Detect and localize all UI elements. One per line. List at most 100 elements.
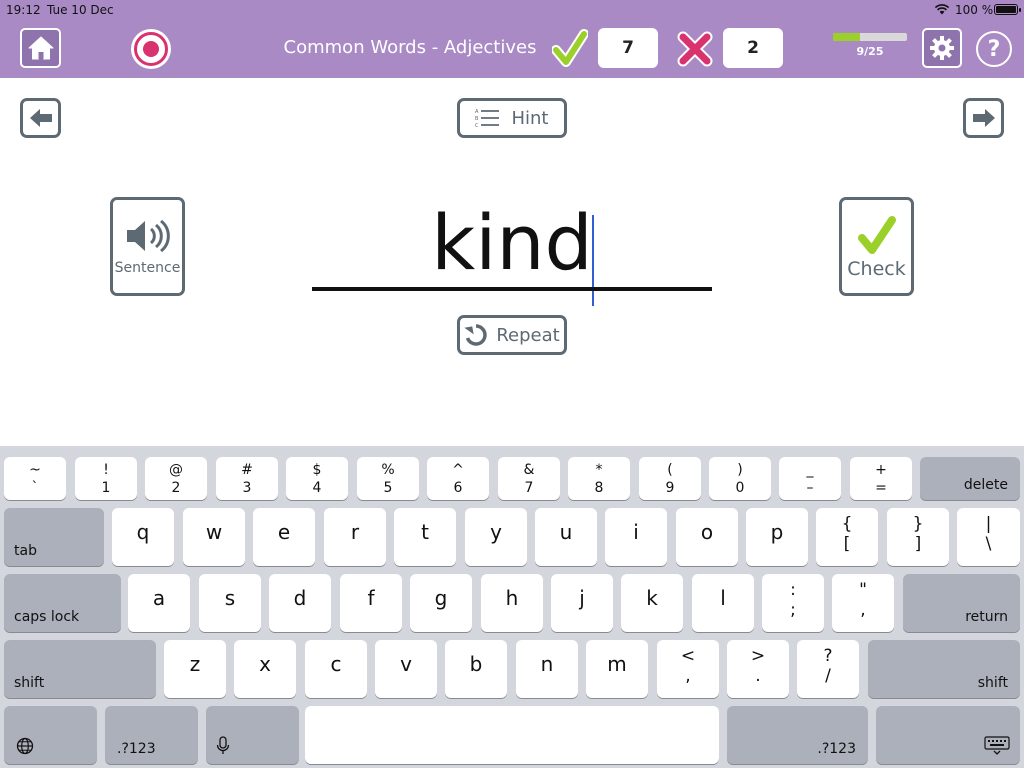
key-q[interactable]: q <box>112 508 174 566</box>
key-t[interactable]: t <box>394 508 456 566</box>
numbers-key-left[interactable]: .?123 <box>105 706 198 764</box>
key-char: p <box>770 520 784 544</box>
space-key[interactable] <box>305 706 719 764</box>
left-shift-key[interactable]: shift <box>4 640 156 698</box>
key-0[interactable]: ) 0 <box>709 457 771 500</box>
key-char: m <box>607 652 627 676</box>
settings-button[interactable] <box>922 28 962 68</box>
repeat-label: Repeat <box>496 324 560 346</box>
key-a[interactable]: a <box>128 574 190 632</box>
key-r[interactable]: r <box>324 508 386 566</box>
key-period[interactable]: >. <box>727 640 789 698</box>
key-equals[interactable]: + = <box>850 457 912 500</box>
check-button[interactable]: Check <box>839 197 914 296</box>
repeat-button[interactable]: Repeat <box>457 315 567 355</box>
key-w[interactable]: w <box>183 508 245 566</box>
right-shift-key[interactable]: shift <box>868 640 1020 698</box>
key-4[interactable]: $4 <box>286 457 348 500</box>
key-char: h <box>505 586 519 610</box>
key-b[interactable]: b <box>445 640 507 698</box>
key-5[interactable]: % 5 <box>357 457 419 500</box>
numbers-label: .?123 <box>817 741 856 757</box>
key-bottom-char: 0 <box>735 480 745 496</box>
check-label: Check <box>847 257 906 280</box>
sentence-audio-button[interactable]: Sentence <box>110 197 185 296</box>
key-backslash[interactable]: | \ <box>957 508 1020 566</box>
key-v[interactable]: v <box>375 640 437 698</box>
help-button[interactable]: ? <box>976 31 1012 67</box>
key-p[interactable]: p <box>746 508 808 566</box>
key-bottom-char: \ <box>985 534 992 554</box>
key-c[interactable]: c <box>305 640 367 698</box>
key-bottom-char: 8 <box>594 480 604 496</box>
key-l[interactable]: l <box>692 574 754 632</box>
key-k[interactable]: k <box>621 574 683 632</box>
key-top-char: $ <box>312 462 322 478</box>
key-3[interactable]: #3 <box>216 457 278 500</box>
hint-button[interactable]: ABC Hint <box>457 98 567 138</box>
key-top-char: + <box>875 462 887 478</box>
progress-label: 9/25 <box>856 45 884 58</box>
key-f[interactable]: f <box>340 574 402 632</box>
key-j[interactable]: j <box>551 574 613 632</box>
key-g[interactable]: g <box>410 574 472 632</box>
key-char: i <box>633 520 639 544</box>
home-button[interactable] <box>20 28 61 68</box>
key-o[interactable]: o <box>676 508 738 566</box>
key-bottom-char: , <box>860 600 866 620</box>
delete-key[interactable]: delete <box>920 457 1020 500</box>
status-date: Tue 10 Dec <box>47 3 114 17</box>
key-y[interactable]: y <box>465 508 527 566</box>
key-char: o <box>700 520 714 544</box>
key-close-bracket[interactable]: }] <box>887 508 949 566</box>
key-char: d <box>293 586 307 610</box>
key-m[interactable]: m <box>586 640 648 698</box>
dictation-key[interactable] <box>206 706 299 764</box>
top-bar: 19:12 Tue 10 Dec 100 % Common Words - Ad… <box>0 0 1024 78</box>
key-char: a <box>152 586 166 610</box>
key-char: n <box>540 652 554 676</box>
key-quote[interactable]: ", <box>832 574 894 632</box>
key-bottom-char: [ <box>843 534 851 554</box>
progress-fill <box>833 33 860 41</box>
key-x[interactable]: x <box>234 640 296 698</box>
key-h[interactable]: h <box>481 574 543 632</box>
typed-word[interactable]: kind <box>312 205 712 281</box>
key-minus[interactable]: _ – <box>779 457 841 500</box>
key-char: k <box>646 586 658 610</box>
key-1[interactable]: ! 1 <box>75 457 137 500</box>
key-s[interactable]: s <box>199 574 261 632</box>
next-word-button[interactable] <box>963 98 1004 138</box>
key-slash[interactable]: ? / <box>797 640 859 698</box>
numbers-key-right[interactable]: .?123 <box>727 706 868 764</box>
key-semicolon[interactable]: :; <box>762 574 824 632</box>
key-z[interactable]: z <box>164 640 226 698</box>
hide-keyboard-key[interactable] <box>876 706 1020 764</box>
previous-word-button[interactable] <box>20 98 61 138</box>
key-comma[interactable]: <, <box>657 640 719 698</box>
key-char: f <box>367 586 375 610</box>
record-button[interactable] <box>131 29 171 69</box>
key-e[interactable]: e <box>253 508 315 566</box>
key-u[interactable]: u <box>535 508 597 566</box>
key-6[interactable]: ^ 6 <box>427 457 489 500</box>
caps-lock-key[interactable]: caps lock <box>4 574 121 632</box>
key-char: r <box>350 520 360 544</box>
key-tilde[interactable]: ~ ` <box>4 457 66 500</box>
key-n[interactable]: n <box>516 640 578 698</box>
key-bottom-char: , <box>685 666 691 686</box>
key-open-bracket[interactable]: {[ <box>816 508 878 566</box>
key-i[interactable]: i <box>605 508 667 566</box>
key-8[interactable]: * 8 <box>568 457 630 500</box>
key-bottom-char: ` <box>31 480 39 496</box>
key-9[interactable]: (9 <box>639 457 701 500</box>
key-top-char: | <box>985 514 992 534</box>
tab-key[interactable]: tab <box>4 508 104 566</box>
key-d[interactable]: d <box>269 574 331 632</box>
key-2[interactable]: @2 <box>145 457 207 500</box>
key-char: j <box>579 586 585 610</box>
key-7[interactable]: & 7 <box>498 457 560 500</box>
globe-key[interactable] <box>4 706 97 764</box>
return-key[interactable]: return <box>903 574 1020 632</box>
shift-label: shift <box>977 675 1008 691</box>
